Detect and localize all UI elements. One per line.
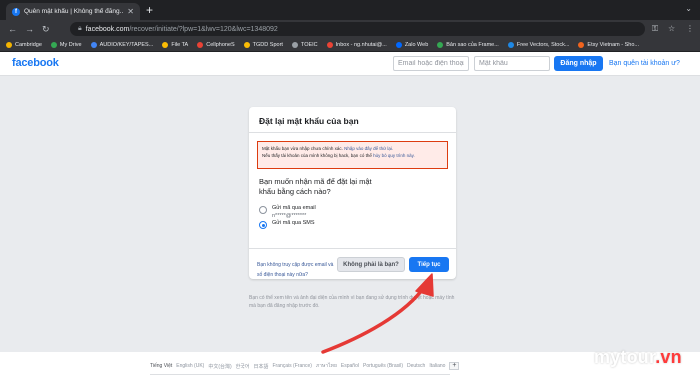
- drive-icon: [90, 41, 97, 48]
- new-tab-icon[interactable]: +: [146, 3, 153, 17]
- drive-icon: [437, 41, 444, 48]
- tab-search-icon[interactable]: ⌄: [685, 4, 692, 13]
- bookmarks-bar: Cambridge My Drive AUDIO/KEY/TAPES... Fi…: [0, 38, 700, 52]
- card-title: Đặt lại mật khẩu của bạn: [259, 116, 359, 126]
- bookmark-favicon-icon: [243, 41, 250, 48]
- error-alert: Mật khẩu bạn vừa nhập chưa chính xác. Nh…: [257, 141, 448, 169]
- url-host: facebook.com: [85, 25, 130, 33]
- bookmark-favicon-icon: [6, 41, 12, 48]
- retry-link[interactable]: Nhập vào đây để thử lại.: [344, 146, 393, 151]
- language-link[interactable]: Español: [341, 363, 359, 369]
- bookmark-item[interactable]: Cambridge: [6, 41, 42, 48]
- drive-icon: [50, 41, 57, 48]
- key-icon[interactable]: ⚿: [652, 24, 658, 34]
- sms-option-radio[interactable]: [259, 221, 267, 229]
- star-icon[interactable]: ☆: [668, 24, 675, 33]
- etsy-icon: [578, 41, 585, 48]
- facebook-header: facebook Đăng nhập Bạn quên tài khoản ư?: [0, 52, 700, 76]
- address-bar[interactable]: 🔒︎ facebook.com/recover/initiate/?lpw=1&…: [70, 22, 645, 36]
- language-link[interactable]: 日本語: [253, 363, 268, 370]
- email-option-label[interactable]: Gửi mã qua email: [272, 205, 316, 211]
- bookmark-item[interactable]: CellphoneS: [197, 41, 235, 48]
- more-languages-button[interactable]: +: [449, 362, 460, 370]
- email-field[interactable]: [393, 56, 469, 71]
- language-link[interactable]: Tiếng Việt: [150, 363, 172, 369]
- language-link[interactable]: 中文(台灣): [208, 363, 231, 370]
- forward-icon[interactable]: →: [25, 23, 34, 35]
- browser-tab[interactable]: f Quên mật khẩu | Không thể đăng... ✕: [6, 3, 140, 20]
- bookmark-item[interactable]: File TA: [162, 41, 188, 48]
- bookmark-item[interactable]: TOEIC: [291, 41, 318, 48]
- forgot-account-link[interactable]: Bạn quên tài khoản ư?: [609, 60, 680, 67]
- tab-title: Quên mật khẩu | Không thể đăng...: [24, 8, 124, 15]
- password-field[interactable]: [474, 56, 550, 71]
- no-access-link[interactable]: Bạn không truy cập được email và số điện…: [257, 260, 339, 280]
- language-link[interactable]: Français (France): [273, 363, 312, 369]
- language-link[interactable]: ภาษาไทย: [316, 362, 337, 370]
- drive-icon: [162, 41, 169, 48]
- bookmark-item[interactable]: AUDIO/KEY/TAPES...: [90, 41, 153, 48]
- bookmark-favicon-icon: [197, 41, 204, 48]
- back-icon[interactable]: ←: [8, 23, 17, 35]
- url-path: /recover/initiate/?lpw=1&lwv=120&lwc=134…: [129, 25, 278, 33]
- zalo-icon: [395, 41, 402, 48]
- bookmark-favicon-icon: [291, 41, 298, 48]
- bookmark-item[interactable]: Bản sao của Frame...: [437, 41, 499, 48]
- reset-password-card: Đặt lại mật khẩu của bạn Mật khẩu bạn vừ…: [249, 107, 456, 279]
- menu-icon[interactable]: ⋮: [686, 24, 694, 33]
- language-link[interactable]: Italiano: [429, 363, 445, 369]
- language-link[interactable]: English (UK): [176, 363, 204, 369]
- bookmark-item[interactable]: Zalo Web: [395, 41, 428, 48]
- bookmark-item[interactable]: Etsy Vietnam - Sho...: [578, 41, 639, 48]
- mytour-watermark: mytour.vn: [594, 347, 682, 367]
- cancel-process-link[interactable]: hủy bỏ quy trình này.: [373, 153, 415, 158]
- alert-text: Nếu thấy tài khoản của mình không bị hac…: [262, 153, 372, 158]
- bookmark-item[interactable]: TGDD Sport: [243, 41, 283, 48]
- gmail-icon: [326, 41, 333, 48]
- email-option-radio[interactable]: [259, 206, 267, 214]
- question-text: Bạn muốn nhận mã để đặt lại mật khẩu bằn…: [259, 177, 372, 196]
- masked-email: n*****@*******: [272, 213, 307, 219]
- help-text: Bạn có thể xem tên và ảnh đại diện của m…: [249, 295, 455, 309]
- bookmark-item[interactable]: Inbox - ng.nhutai@...: [326, 41, 387, 48]
- browser-toolbar: ← → ↻ 🔒︎ facebook.com/recover/initiate/?…: [0, 20, 700, 38]
- sms-option-label[interactable]: Gửi mã qua SMS: [272, 220, 315, 226]
- language-link[interactable]: Deutsch: [407, 363, 425, 369]
- browser-tab-bar: f Quên mật khẩu | Không thể đăng... ✕ + …: [0, 0, 700, 20]
- alert-text: Mật khẩu bạn vừa nhập chưa chính xác.: [262, 146, 343, 151]
- lock-icon: 🔒︎: [78, 25, 82, 32]
- reload-icon[interactable]: ↻: [42, 23, 50, 35]
- divider: [249, 248, 456, 249]
- language-link[interactable]: Português (Brasil): [363, 363, 403, 369]
- not-you-button[interactable]: Không phải là bạn?: [337, 257, 405, 272]
- facebook-logo[interactable]: facebook: [12, 57, 59, 69]
- divider: [150, 374, 450, 375]
- facebook-favicon-icon: f: [12, 7, 20, 16]
- login-button[interactable]: Đăng nhập: [554, 56, 603, 71]
- divider: [249, 132, 456, 133]
- continue-button[interactable]: Tiếp tục: [409, 257, 449, 272]
- language-list: Tiếng Việt English (UK) 中文(台灣) 한국어 日本語 F…: [150, 362, 460, 370]
- close-tab-icon[interactable]: ✕: [127, 7, 134, 16]
- language-link[interactable]: 한국어: [236, 363, 250, 370]
- bookmark-favicon-icon: [507, 41, 514, 48]
- bookmark-item[interactable]: My Drive: [50, 41, 82, 48]
- bookmark-item[interactable]: Free Vectors, Stock...: [507, 41, 569, 48]
